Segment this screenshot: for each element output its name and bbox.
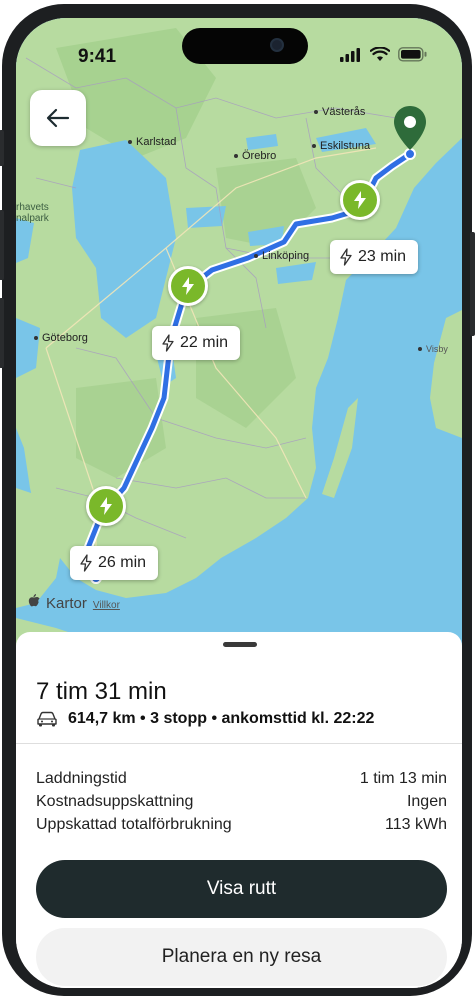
stat-label: Laddningstid [36, 770, 127, 787]
trip-duration: 7 tim 31 min [36, 678, 167, 705]
stat-value: Ingen [406, 793, 447, 810]
charging-time-callout[interactable]: 23 min [330, 240, 419, 274]
charging-stop-marker[interactable] [168, 266, 208, 306]
city-dot [234, 154, 238, 158]
city-name: Karlstad [136, 136, 177, 148]
city-name: Eskilstuna [320, 140, 371, 152]
trip-details: 614,7 km • 3 stopp • ankomsttid kl. 22:2… [36, 710, 374, 728]
plan-new-trip-button[interactable]: Planera en ny resa [36, 928, 447, 986]
front-camera [270, 38, 284, 52]
screen: Västerås Karlstad Örebro Eskilstuna Link… [16, 18, 462, 988]
map-attribution: Kartor Villkor [28, 594, 120, 612]
back-arrow-icon [46, 108, 70, 128]
charging-stop-marker[interactable] [340, 180, 380, 220]
city-label-orebro: Örebro [234, 150, 276, 162]
bolt-icon [182, 277, 194, 295]
city-dot [418, 347, 422, 351]
city-dot [314, 110, 318, 114]
volume-down-button [0, 298, 4, 368]
city-label-karlstad: Karlstad [128, 136, 176, 148]
stat-label: Uppskattad totalförbrukning [36, 816, 232, 833]
charging-time: 23 min [358, 248, 407, 265]
city-label-eskilstuna: Eskilstuna [312, 140, 370, 152]
power-button [470, 232, 475, 336]
stat-label: Kostnadsuppskattning [36, 793, 194, 810]
stat-value: 1 tim 13 min [359, 770, 447, 787]
battery-icon [398, 47, 427, 62]
stat-row-cost-estimate: Kostnadsuppskattning Ingen [36, 793, 447, 811]
stat-row-total-consumption: Uppskattad totalförbrukning 113 kWh [36, 816, 447, 834]
wifi-icon [370, 47, 390, 61]
city-name: Visby [426, 344, 448, 354]
bolt-icon [354, 191, 366, 209]
route-summary-sheet: 7 tim 31 min 614,7 km • 3 stopp • ankoms… [16, 632, 462, 988]
city-name: Linköping [262, 250, 310, 262]
city-dot [34, 336, 38, 340]
city-name: Göteborg [42, 332, 88, 344]
bolt-icon [100, 497, 112, 515]
bolt-icon [340, 248, 352, 266]
car-icon [37, 711, 57, 727]
phone-frame: Västerås Karlstad Örebro Eskilstuna Link… [0, 4, 475, 996]
city-dot [312, 144, 316, 148]
bolt-icon [80, 554, 92, 572]
city-name: Örebro [242, 150, 277, 162]
city-dot [128, 140, 132, 144]
map-brand: Kartor [46, 595, 87, 612]
show-route-button[interactable]: Visa rutt [36, 860, 447, 918]
volume-up-button [0, 210, 4, 280]
charging-time-callout[interactable]: 26 min [70, 546, 159, 580]
back-button[interactable] [30, 90, 86, 146]
charging-time: 26 min [98, 554, 147, 571]
bolt-icon [162, 334, 174, 352]
charging-stop-marker[interactable] [86, 486, 126, 526]
legal-link[interactable]: Villkor [93, 600, 120, 611]
charging-time: 22 min [180, 334, 229, 351]
action-button [0, 130, 4, 166]
sheet-grabber[interactable] [223, 642, 257, 647]
park-label-line-1: rhavets [16, 202, 49, 213]
status-time: 9:41 [78, 46, 117, 67]
park-label: rhavets nalpark [16, 202, 49, 224]
trip-details-text: 614,7 km • 3 stopp • ankomsttid kl. 22:2… [68, 710, 375, 727]
city-dot [254, 254, 258, 258]
location-pin-icon[interactable] [392, 104, 428, 164]
divider [16, 743, 462, 744]
city-label-goteborg: Göteborg [34, 332, 88, 344]
park-label-line-2: nalpark [16, 213, 49, 224]
city-label-visby: Visby [418, 344, 448, 354]
signal-icon [340, 48, 360, 62]
city-name: Västerås [322, 106, 366, 118]
city-label-linkoping: Linköping [254, 250, 309, 262]
city-label-vasteras: Västerås [314, 106, 365, 118]
stat-value: 113 kWh [385, 816, 447, 833]
stat-row-charging-time: Laddningstid 1 tim 13 min [36, 770, 447, 788]
status-icons [340, 46, 430, 66]
apple-logo-icon [28, 594, 40, 607]
charging-time-callout[interactable]: 22 min [152, 326, 241, 360]
dynamic-island [182, 28, 308, 64]
